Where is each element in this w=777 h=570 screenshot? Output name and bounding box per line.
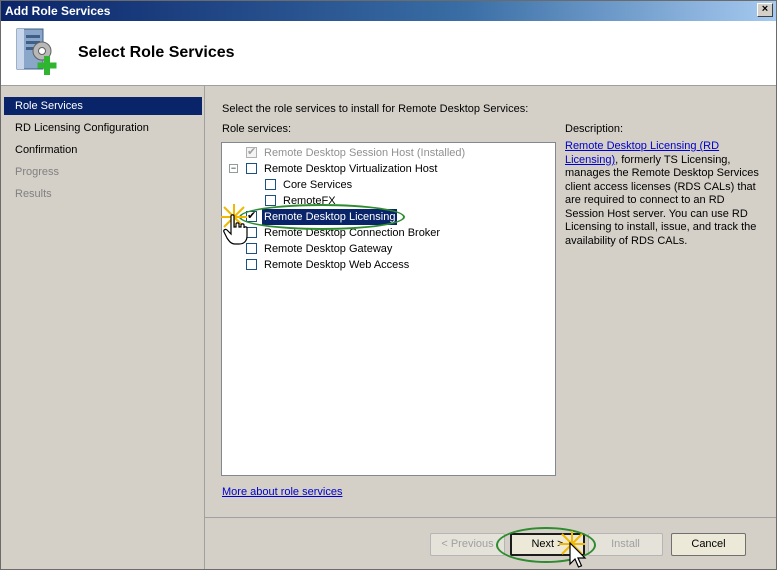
- tree-item-label: RemoteFX: [283, 195, 336, 207]
- arrow-cursor-icon: [569, 542, 587, 568]
- tree-row-rd-licensing[interactable]: ✔ Remote Desktop Licensing: [222, 209, 555, 225]
- tree-item-label: Remote Desktop Session Host (Installed): [264, 147, 466, 159]
- window-title: Add Role Services: [5, 4, 111, 18]
- tree-item-label: Remote Desktop Connection Broker: [264, 227, 441, 239]
- previous-button: < Previous: [430, 533, 505, 556]
- tree-item-label: Core Services: [283, 179, 353, 191]
- server-add-icon: [16, 28, 57, 75]
- tree-item-label: Remote Desktop Licensing: [262, 209, 398, 225]
- role-services-tree[interactable]: ✔ Remote Desktop Session Host (Installed…: [221, 142, 556, 476]
- close-button[interactable]: ×: [757, 3, 773, 17]
- description-text: Remote Desktop Licensing (RD Licensing),…: [565, 140, 765, 248]
- tree-item-label: Remote Desktop Web Access: [264, 259, 410, 271]
- sidebar-item-results: Results: [15, 188, 52, 200]
- collapse-icon[interactable]: −: [229, 164, 238, 173]
- web-access-checkbox[interactable]: [246, 259, 257, 270]
- tree-row-remotefx[interactable]: RemoteFX: [222, 193, 555, 209]
- page-title: Select Role Services: [78, 44, 235, 61]
- more-about-role-services-link[interactable]: More about role services: [222, 486, 342, 498]
- wizard-steps-sidebar: Role Services RD Licensing Configuration…: [1, 86, 205, 569]
- title-bar[interactable]: Add Role Services ×: [1, 1, 776, 21]
- wizard-footer: < Previous Next > Install Cancel: [205, 517, 776, 569]
- hand-cursor-icon: [223, 214, 248, 245]
- role-services-content: Select the role services to install for …: [205, 86, 776, 516]
- tree-row-connection-broker[interactable]: Remote Desktop Connection Broker: [222, 225, 555, 241]
- sidebar-item-progress: Progress: [15, 166, 60, 178]
- sidebar-item-role-services[interactable]: Role Services: [4, 97, 202, 115]
- virtualization-host-checkbox[interactable]: [246, 163, 257, 174]
- tree-item-label: Remote Desktop Virtualization Host: [264, 163, 438, 175]
- session-host-checkbox: ✔: [246, 146, 257, 158]
- tree-row-core-services[interactable]: Core Services: [222, 177, 555, 193]
- tree-item-label: Remote Desktop Gateway: [264, 243, 393, 255]
- description-label: Description:: [565, 123, 624, 135]
- checkmark-icon: ✔: [247, 146, 257, 158]
- instruction-text: Select the role services to install for …: [222, 103, 529, 115]
- cancel-button[interactable]: Cancel: [671, 533, 746, 556]
- role-services-label: Role services:: [222, 123, 292, 135]
- tree-row-virtualization-host[interactable]: − Remote Desktop Virtualization Host: [222, 161, 555, 177]
- tree-row-session-host[interactable]: ✔ Remote Desktop Session Host (Installed…: [222, 145, 555, 161]
- sidebar-item-rd-licensing-configuration[interactable]: RD Licensing Configuration: [4, 119, 202, 137]
- tree-row-web-access[interactable]: Remote Desktop Web Access: [222, 257, 555, 273]
- wizard-header: Select Role Services: [1, 21, 776, 86]
- install-button: Install: [588, 533, 663, 556]
- add-role-services-window: Add Role Services × Select Role Services…: [0, 0, 777, 570]
- core-services-checkbox[interactable]: [265, 179, 276, 190]
- tree-row-gateway[interactable]: Remote Desktop Gateway: [222, 241, 555, 257]
- sidebar-item-confirmation[interactable]: Confirmation: [4, 141, 202, 159]
- description-body: , formerly TS Licensing, manages the Rem…: [565, 153, 759, 247]
- remotefx-checkbox[interactable]: [265, 195, 276, 206]
